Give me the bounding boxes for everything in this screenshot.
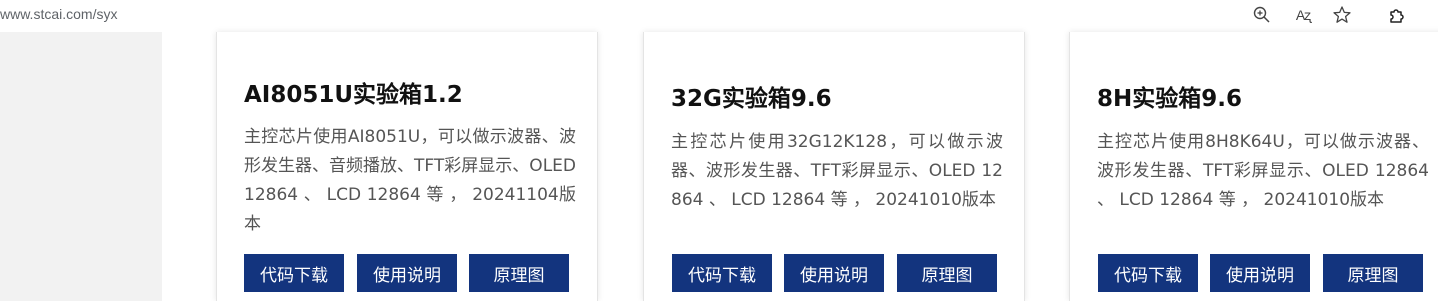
- card-description: 主控芯片使用AI8051U，可以做示波器、波形发生器、音频播放、TFT彩屏显示、…: [244, 127, 576, 234]
- user-manual-button[interactable]: 使用说明: [357, 254, 457, 292]
- favorite-star-icon[interactable]: [1331, 4, 1353, 26]
- card-title: 32G实验箱9.6: [671, 86, 832, 112]
- product-card-ai8051u: AI8051U实验箱1.2 主控芯片使用AI8051U，可以做示波器、波形发生器…: [216, 32, 598, 301]
- code-download-button[interactable]: 代码下载: [1098, 254, 1198, 292]
- address-bar: www.stcai.com/syx Aʐ: [0, 0, 1438, 32]
- user-manual-button[interactable]: 使用说明: [1210, 254, 1310, 292]
- product-card-8h: 8H实验箱9.6 主控芯片使用8H8K64U，可以做示波器、波形发生器、TFT彩…: [1069, 32, 1438, 301]
- card-description: 主控芯片使用32G12K128，可以做示波器、波形发生器、TFT彩屏显示、OLE…: [671, 132, 1003, 210]
- schematic-button[interactable]: 原理图: [897, 254, 997, 292]
- page-content: AI8051U实验箱1.2 主控芯片使用AI8051U，可以做示波器、波形发生器…: [0, 32, 1438, 301]
- schematic-button[interactable]: 原理图: [1323, 254, 1423, 292]
- user-manual-button[interactable]: 使用说明: [784, 254, 884, 292]
- schematic-button[interactable]: 原理图: [469, 254, 569, 292]
- card-description: 主控芯片使用8H8K64U，可以做示波器、波形发生器、TFT彩屏显示、OLED …: [1097, 132, 1429, 210]
- card-title: AI8051U实验箱1.2: [244, 82, 463, 108]
- product-card-32g: 32G实验箱9.6 主控芯片使用32G12K128，可以做示波器、波形发生器、T…: [643, 32, 1025, 301]
- url-text[interactable]: www.stcai.com/syx: [0, 6, 117, 22]
- card-title: 8H实验箱9.6: [1097, 86, 1242, 112]
- code-download-button[interactable]: 代码下载: [672, 254, 772, 292]
- zoom-icon[interactable]: [1251, 4, 1273, 26]
- read-aloud-icon[interactable]: Aʐ: [1292, 4, 1314, 26]
- code-download-button[interactable]: 代码下载: [244, 254, 344, 292]
- extensions-icon[interactable]: [1386, 4, 1408, 26]
